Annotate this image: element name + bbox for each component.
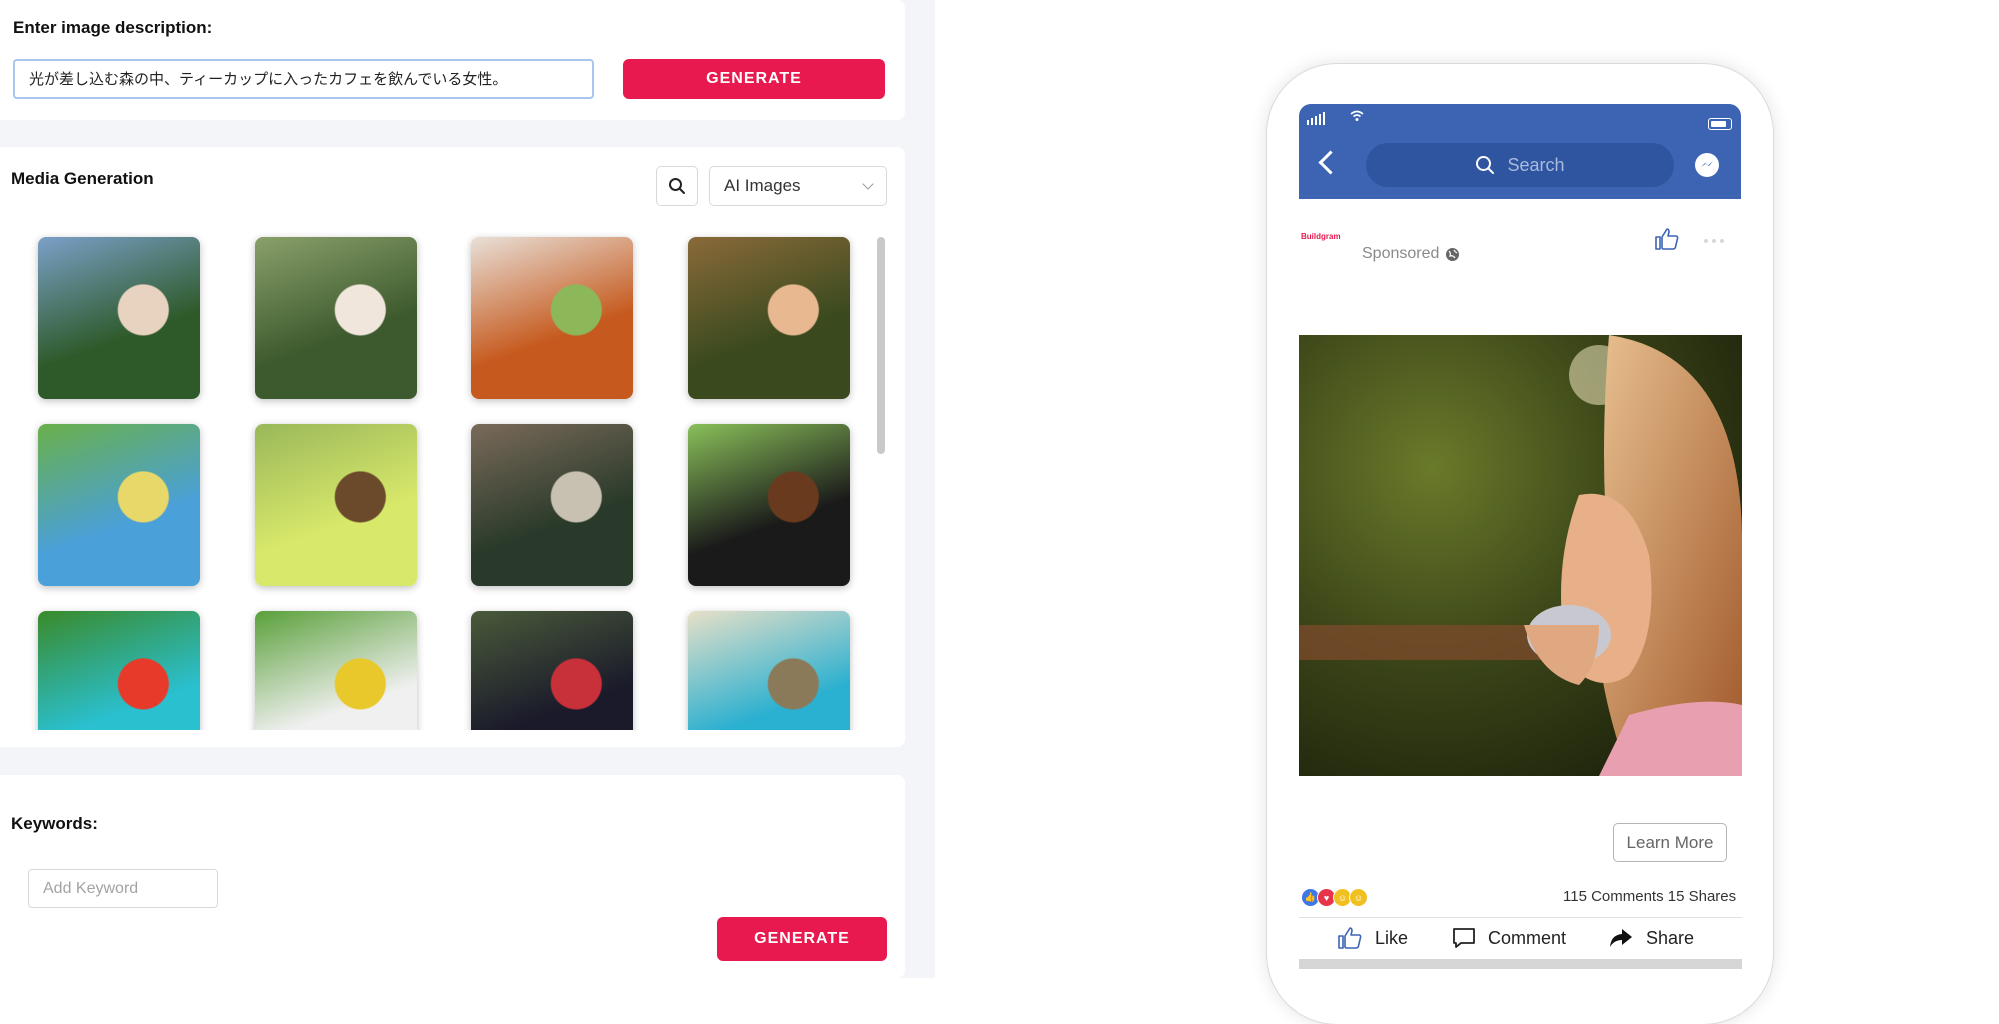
globe-icon (1446, 247, 1460, 261)
chevron-down-icon (862, 178, 874, 190)
fb-search-bar[interactable]: Search (1366, 143, 1674, 187)
sponsored-label: Sponsored (1362, 245, 1460, 263)
more-options-icon[interactable] (1704, 239, 1724, 243)
media-scrollbar[interactable] (877, 237, 885, 454)
learn-more-button[interactable]: Learn More (1613, 823, 1727, 862)
media-thumbnail[interactable] (471, 237, 633, 399)
post-footer-bar (1299, 959, 1742, 969)
battery-icon (1708, 118, 1732, 130)
keywords-label: Keywords: (11, 814, 98, 833)
actions-divider (1299, 917, 1742, 918)
share-action[interactable]: Share (1608, 924, 1694, 952)
media-thumbnail[interactable] (471, 611, 633, 730)
search-icon (1476, 156, 1495, 174)
media-thumbnail[interactable] (255, 611, 417, 730)
media-thumbnail-grid (0, 225, 880, 730)
editor-panel: Enter image description: 光が差し込む森の中、ティーカッ… (0, 0, 935, 978)
generate-button[interactable]: GENERATE (623, 59, 885, 99)
generate-keywords-button[interactable]: GENERATE (717, 917, 887, 961)
signal-icon (1307, 111, 1325, 125)
search-icon (669, 178, 685, 194)
like-icon (1338, 927, 1362, 949)
share-label: Share (1646, 927, 1695, 948)
media-thumbnail[interactable] (688, 611, 850, 730)
comment-action[interactable]: Comment (1452, 924, 1566, 952)
wifi-icon (1350, 110, 1364, 121)
sponsored-text: Sponsored (1362, 245, 1440, 262)
media-type-select[interactable]: AI Images (709, 166, 887, 206)
like-label: Like (1375, 927, 1409, 948)
reaction-icons: 👍 ♥ ☺ ☺ (1301, 888, 1368, 907)
media-generation-title: Media Generation (11, 169, 154, 188)
media-search-button[interactable] (656, 166, 698, 206)
media-thumbnail[interactable] (38, 424, 200, 586)
add-keyword-input[interactable] (28, 869, 218, 908)
comment-icon (1453, 928, 1475, 948)
fb-search-placeholder: Search (1507, 154, 1565, 175)
media-type-selected: AI Images (724, 176, 801, 195)
share-icon (1610, 929, 1632, 947)
media-thumbnail[interactable] (38, 611, 200, 730)
media-thumbnail[interactable] (38, 237, 200, 399)
media-thumbnail[interactable] (255, 424, 417, 586)
media-thumbnail[interactable] (688, 424, 850, 586)
media-thumbnail[interactable] (688, 237, 850, 399)
like-icon[interactable] (1654, 227, 1680, 251)
media-thumbnail[interactable] (255, 237, 417, 399)
wow-reaction-icon: ☺ (1349, 888, 1368, 907)
post-stats: 115 Comments 15 Shares (1563, 888, 1737, 905)
comment-label: Comment (1488, 927, 1567, 948)
post-photo (1299, 335, 1742, 776)
description-panel: Enter image description: 光が差し込む森の中、ティーカッ… (0, 0, 905, 120)
brand-logo: Buildgram (1301, 232, 1341, 241)
media-thumbnail[interactable] (471, 424, 633, 586)
description-label: Enter image description: (13, 18, 213, 37)
post-image (1299, 335, 1742, 776)
like-action[interactable]: Like (1337, 924, 1408, 952)
messenger-icon[interactable] (1695, 153, 1719, 177)
description-input[interactable]: 光が差し込む森の中、ティーカップに入ったカフェを飲んでいる女性。 (13, 59, 594, 99)
